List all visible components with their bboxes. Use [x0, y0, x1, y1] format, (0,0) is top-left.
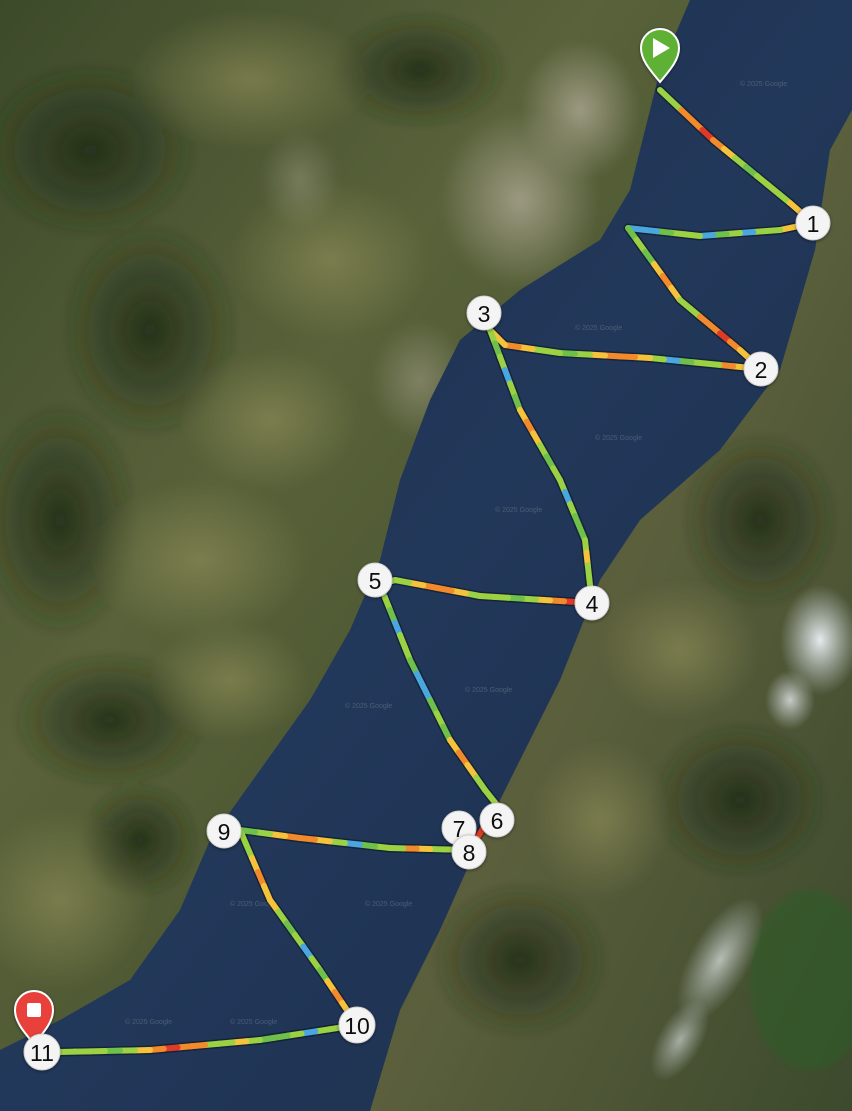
svg-text:© 2025 Google: © 2025 Google: [345, 702, 392, 710]
svg-text:© 2025 Google: © 2025 Google: [230, 1018, 277, 1026]
svg-text:© 2025 Google: © 2025 Google: [495, 506, 542, 514]
waypoint-label: 5: [369, 568, 382, 594]
waypoint-label: 4: [586, 591, 599, 617]
waypoint-label: 11: [30, 1040, 54, 1066]
svg-text:© 2025 Google: © 2025 Google: [595, 434, 642, 442]
waypoint-4[interactable]: 4: [574, 585, 610, 621]
svg-text:© 2025 Google: © 2025 Google: [125, 1018, 172, 1026]
waypoint-label: 3: [478, 301, 491, 327]
waypoint-label: 8: [463, 840, 476, 866]
waypoint-5[interactable]: 5: [357, 562, 393, 598]
waypoint-11[interactable]: 11: [23, 1033, 61, 1071]
svg-text:© 2025 Google: © 2025 Google: [740, 80, 787, 88]
svg-text:© 2025 Google: © 2025 Google: [365, 900, 412, 908]
stop-icon: [27, 1003, 41, 1017]
waypoint-1[interactable]: 1: [795, 205, 831, 241]
waypoint-3[interactable]: 3: [466, 295, 502, 331]
waypoint-10[interactable]: 10: [338, 1006, 376, 1044]
waypoint-9[interactable]: 9: [206, 813, 242, 849]
satellite-map[interactable]: © 2025 Google © 2025 Google © 2025 Googl…: [0, 0, 852, 1111]
svg-text:© 2025 Google: © 2025 Google: [465, 686, 512, 694]
waypoint-6[interactable]: 6: [479, 802, 515, 838]
waypoint-label: 9: [218, 819, 231, 845]
waypoint-8[interactable]: 8: [451, 834, 487, 870]
waypoint-label: 1: [807, 211, 820, 237]
waypoint-label: 2: [755, 357, 768, 383]
waypoint-label: 6: [491, 808, 504, 834]
svg-text:© 2025 Google: © 2025 Google: [575, 324, 622, 332]
waypoint-2[interactable]: 2: [743, 351, 779, 387]
waypoint-label: 10: [344, 1013, 370, 1039]
